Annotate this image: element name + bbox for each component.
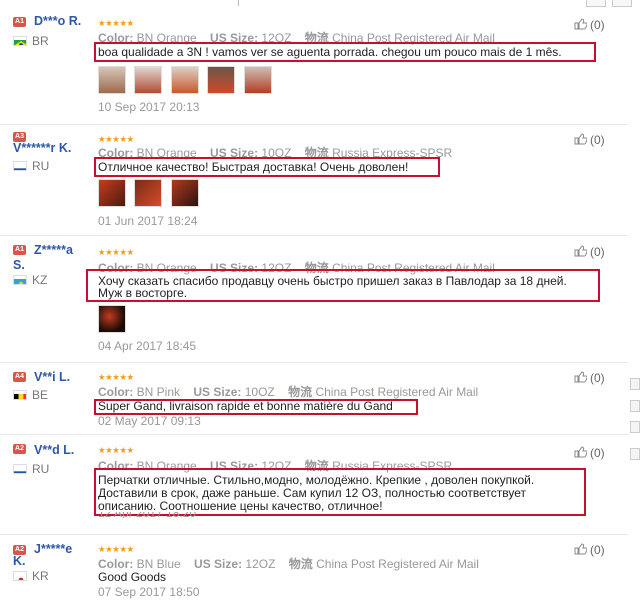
country-code: KZ [32,273,48,287]
review-text: boa qualidade a 3N ! vamos ver se aguent… [98,45,562,59]
helpful-button[interactable]: (0) [574,245,605,260]
review-photo[interactable] [134,179,163,207]
helpful-count: (0) [590,18,605,32]
shipping-label: 物流 [288,385,313,399]
review-photos [98,305,130,333]
color-label: Color: [98,557,134,571]
order-info: Color: BN Pink US Size: 10OZ 物流 China Po… [98,383,478,400]
review-photo[interactable] [98,179,126,207]
korea-flag-icon [13,571,27,581]
brazil-flag-icon [13,36,27,46]
review-photo[interactable] [134,66,163,94]
russia-flag-icon [13,161,27,171]
review-photo[interactable] [207,66,236,94]
thumbs-up-icon [574,18,588,33]
shipping-value: China Post Registered Air Mail [316,557,479,571]
shipping-value: China Post Registered Air Mail [315,385,479,399]
review-photo[interactable] [170,179,199,207]
side-tab[interactable] [630,448,640,460]
reviewer-name-continued: K. [13,554,26,568]
country-code: BR [32,34,49,48]
helpful-count: (0) [590,446,605,460]
helpful-count: (0) [590,371,605,385]
russia-flag-icon [13,464,27,474]
review-date: 02 May 2017 09:13 [98,414,201,428]
thumbs-up-icon [574,245,588,260]
star-rating: ★★★★★ [98,544,134,554]
star-rating: ★★★★★ [98,134,134,144]
reviewer-name-continued: S. [13,258,25,272]
helpful-button[interactable]: (0) [574,133,605,148]
side-tab[interactable] [630,378,640,390]
color-label: Color: [98,385,134,399]
review-text: Super Gand, livraison rapide et bonne ma… [98,399,393,413]
size-label: US Size: [193,385,242,399]
size-value: 10OZ [244,385,275,399]
level-badge: A2 [13,444,26,454]
review-photos [98,179,203,207]
side-tab[interactable] [630,421,640,433]
star-rating: ★★★★★ [98,445,134,455]
top-tick [238,0,239,6]
review-item: A3 V******r K. RU ★★★★★ Color: BN Orange… [0,124,628,236]
thumbs-up-icon [574,133,588,148]
reviewer-name[interactable]: D***o R. [34,14,81,28]
reviewer-name[interactable]: Z*****a [34,243,73,257]
review-photo[interactable] [98,305,126,333]
review-item: A2 V**d L. RU ★★★★★ Color: BN Orange US … [0,434,628,535]
review-date: 01 Jun 2017 18:24 [98,214,198,228]
review-photo[interactable] [98,66,126,94]
country-code: BE [32,388,49,402]
kazakhstan-flag-icon [13,275,27,285]
star-rating: ★★★★★ [98,247,134,257]
belgium-flag-icon [13,390,27,400]
review-item: A1 Z*****a S. KZ ★★★★★ Color: BN Orange … [0,235,628,363]
level-badge: A1 [13,245,26,255]
scroll-control[interactable] [586,0,606,7]
review-item: A2 J*****e K. KR ★★★★★ Color: BN Blue US… [0,534,628,602]
color-value: BN Pink [136,385,181,399]
level-badge: A4 [13,372,26,382]
review-text: Good Goods [98,570,167,584]
helpful-count: (0) [590,133,605,147]
country-code: RU [32,159,50,173]
helpful-count: (0) [590,245,605,259]
thumbs-up-icon [574,543,588,558]
review-item: A4 V**i L. BE ★★★★★ Color: BN Pink US Si… [0,362,628,435]
reviewer-name[interactable]: J*****e [34,542,72,556]
star-rating: ★★★★★ [98,372,134,382]
review-date: 12 Apr 2017 18:20 [98,512,196,518]
helpful-button[interactable]: (0) [574,446,605,461]
review-photos [98,66,276,94]
side-tab[interactable] [630,400,640,412]
top-strip [0,0,641,8]
reviewer-name[interactable]: V**d L. [34,443,74,457]
helpful-button[interactable]: (0) [574,543,605,558]
reviewer-name[interactable]: V******r K. [13,141,71,155]
country-code: RU [32,462,50,476]
review-text-line-2: Муж в восторге. [98,286,188,300]
review-photo[interactable] [243,66,272,94]
review-date: 10 Sep 2017 20:13 [98,100,200,114]
color-value: BN Blue [136,557,181,571]
review-date: 04 Apr 2017 18:45 [98,339,197,353]
helpful-button[interactable]: (0) [574,371,605,386]
level-badge: A1 [13,17,26,27]
scroll-control[interactable] [612,0,632,7]
size-value: 12OZ [245,557,276,571]
thumbs-up-icon [574,371,588,386]
country-code: KR [32,569,49,583]
star-rating: ★★★★★ [98,18,134,28]
review-date: 07 Sep 2017 18:50 [98,585,200,599]
thumbs-up-icon [574,446,588,461]
shipping-label: 物流 [288,557,313,571]
helpful-button[interactable]: (0) [574,18,605,33]
size-label: US Size: [194,557,243,571]
review-text: Отличное качество! Быстрая доставка! Оче… [98,160,409,174]
reviewer-name[interactable]: V**i L. [34,370,70,384]
review-photo[interactable] [170,66,199,94]
review-item: A1 D***o R. BR ★★★★★ Color: BN Orange US… [0,8,628,125]
helpful-count: (0) [590,543,605,557]
